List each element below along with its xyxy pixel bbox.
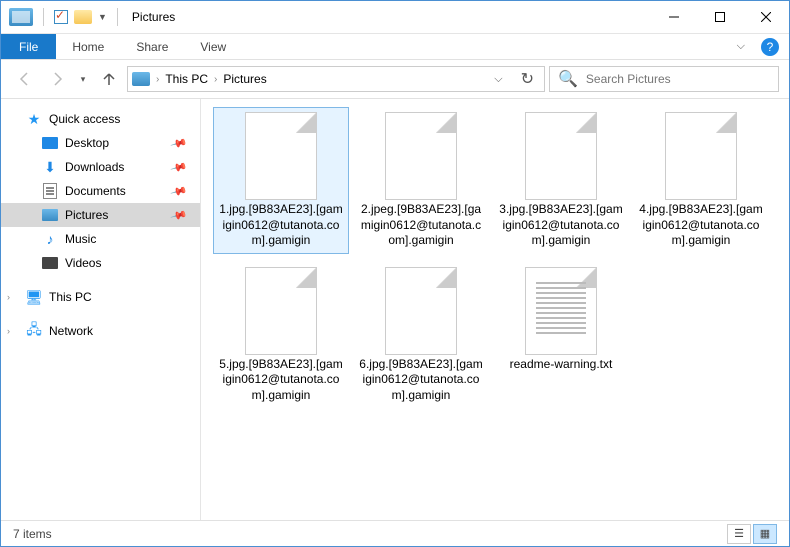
desktop-icon — [41, 135, 59, 151]
computer-icon: 🖥 — [25, 289, 43, 305]
pin-icon: 📌 — [170, 182, 188, 200]
search-box[interactable]: 🔍 — [549, 66, 779, 92]
sidebar-item-videos[interactable]: Videos — [1, 251, 200, 275]
chevron-right-icon[interactable]: › — [7, 326, 19, 336]
search-input[interactable] — [586, 72, 770, 86]
unknown-file-icon — [385, 267, 457, 355]
file-name: 6.jpg.[9B83AE23].[gamigin0612@tutanota.c… — [358, 357, 484, 404]
video-icon — [41, 255, 59, 271]
pin-icon: 📌 — [170, 158, 188, 176]
qat-customize-icon[interactable]: ▼ — [98, 12, 107, 22]
unknown-file-icon — [385, 112, 457, 200]
help-button[interactable]: ? — [761, 38, 779, 56]
unknown-file-icon — [665, 112, 737, 200]
titlebar: ▼ Pictures — [1, 1, 789, 34]
sidebar-item-desktop[interactable]: Desktop 📌 — [1, 131, 200, 155]
maximize-button[interactable] — [697, 1, 743, 33]
star-icon: ★ — [25, 111, 43, 127]
sidebar-network[interactable]: › 🖧 Network — [1, 319, 200, 343]
sidebar-item-label: Desktop — [65, 136, 109, 150]
file-name: 2.jpeg.[9B83AE23].[gamigin0612@tutanota.… — [358, 202, 484, 249]
file-item[interactable]: readme-warning.txt — [493, 262, 629, 409]
ribbon-tab-view[interactable]: View — [184, 34, 242, 59]
large-icons-view-button[interactable]: ▦ — [753, 524, 777, 544]
explorer-app-icon — [9, 8, 33, 26]
unknown-file-icon — [525, 112, 597, 200]
picture-icon — [41, 207, 59, 223]
qat-properties-icon[interactable] — [54, 10, 68, 24]
file-name: readme-warning.txt — [510, 357, 613, 373]
document-icon — [41, 183, 59, 199]
file-pane[interactable]: 1.jpg.[9B83AE23].[gamigin0612@tutanota.c… — [201, 99, 789, 520]
file-item[interactable]: 2.jpeg.[9B83AE23].[gamigin0612@tutanota.… — [353, 107, 489, 254]
close-button[interactable] — [743, 1, 789, 33]
chevron-right-icon[interactable]: › — [156, 74, 159, 85]
download-icon: ⬇ — [41, 159, 59, 175]
breadcrumb-pictures[interactable]: Pictures — [223, 72, 266, 86]
file-item[interactable]: 5.jpg.[9B83AE23].[gamigin0612@tutanota.c… — [213, 262, 349, 409]
back-button[interactable] — [11, 65, 39, 93]
up-button[interactable] — [95, 65, 123, 93]
breadcrumb-this-pc[interactable]: This PC — [165, 72, 208, 86]
address-dropdown-icon[interactable]: ⌵ — [488, 73, 508, 86]
pin-icon: 📌 — [170, 134, 188, 152]
ribbon-file-tab[interactable]: File — [1, 34, 56, 59]
sidebar-quick-access[interactable]: ★ Quick access — [1, 107, 200, 131]
sidebar-item-downloads[interactable]: ⬇ Downloads 📌 — [1, 155, 200, 179]
qat-newfolder-icon[interactable] — [74, 10, 92, 24]
sidebar-item-label: Pictures — [65, 208, 108, 222]
unknown-file-icon — [245, 112, 317, 200]
file-name: 3.jpg.[9B83AE23].[gamigin0612@tutanota.c… — [498, 202, 624, 249]
recent-dropdown-icon[interactable]: ▾ — [75, 65, 91, 93]
network-icon: 🖧 — [25, 323, 43, 339]
file-item[interactable]: 1.jpg.[9B83AE23].[gamigin0612@tutanota.c… — [213, 107, 349, 254]
details-view-button[interactable]: ☰ — [727, 524, 751, 544]
sidebar-item-documents[interactable]: Documents 📌 — [1, 179, 200, 203]
minimize-button[interactable] — [651, 1, 697, 33]
navigation-toolbar: ▾ › This PC › Pictures ⌵ ↻ 🔍 — [1, 60, 789, 98]
ribbon: File Home Share View ⌵ ? — [1, 34, 789, 60]
search-icon: 🔍 — [558, 69, 578, 89]
location-icon — [132, 72, 150, 86]
sidebar-this-pc[interactable]: › 🖥 This PC — [1, 285, 200, 309]
music-icon: ♪ — [41, 231, 59, 247]
sidebar-item-pictures[interactable]: Pictures 📌 — [1, 203, 200, 227]
file-item[interactable]: 6.jpg.[9B83AE23].[gamigin0612@tutanota.c… — [353, 262, 489, 409]
sidebar-item-label: Documents — [65, 184, 126, 198]
file-item[interactable]: 3.jpg.[9B83AE23].[gamigin0612@tutanota.c… — [493, 107, 629, 254]
file-name: 4.jpg.[9B83AE23].[gamigin0612@tutanota.c… — [638, 202, 764, 249]
ribbon-collapse-icon[interactable]: ⌵ — [727, 34, 755, 59]
text-file-icon — [525, 267, 597, 355]
address-bar[interactable]: › This PC › Pictures ⌵ ↻ — [127, 66, 545, 92]
status-bar: 7 items ☰ ▦ — [1, 520, 789, 546]
file-name: 5.jpg.[9B83AE23].[gamigin0612@tutanota.c… — [218, 357, 344, 404]
qat-divider — [43, 8, 44, 26]
qat-divider-2 — [117, 8, 118, 26]
ribbon-tab-home[interactable]: Home — [56, 34, 120, 59]
item-count: 7 items — [13, 527, 52, 541]
chevron-right-icon[interactable]: › — [7, 292, 19, 302]
sidebar-label: Network — [49, 324, 93, 338]
unknown-file-icon — [245, 267, 317, 355]
file-item[interactable]: 4.jpg.[9B83AE23].[gamigin0612@tutanota.c… — [633, 107, 769, 254]
sidebar-label: This PC — [49, 290, 92, 304]
pin-icon: 📌 — [170, 206, 188, 224]
sidebar-item-label: Downloads — [65, 160, 124, 174]
sidebar-item-label: Music — [65, 232, 96, 246]
refresh-button[interactable]: ↻ — [515, 69, 540, 89]
forward-button[interactable] — [43, 65, 71, 93]
ribbon-tab-share[interactable]: Share — [120, 34, 184, 59]
file-name: 1.jpg.[9B83AE23].[gamigin0612@tutanota.c… — [218, 202, 344, 249]
navigation-pane: ★ Quick access Desktop📌⬇Downloads📌Docume… — [1, 99, 201, 520]
window-title: Pictures — [132, 10, 175, 24]
sidebar-item-label: Videos — [65, 256, 101, 270]
chevron-right-icon[interactable]: › — [214, 74, 217, 85]
sidebar-item-music[interactable]: ♪ Music — [1, 227, 200, 251]
sidebar-label: Quick access — [49, 112, 120, 126]
